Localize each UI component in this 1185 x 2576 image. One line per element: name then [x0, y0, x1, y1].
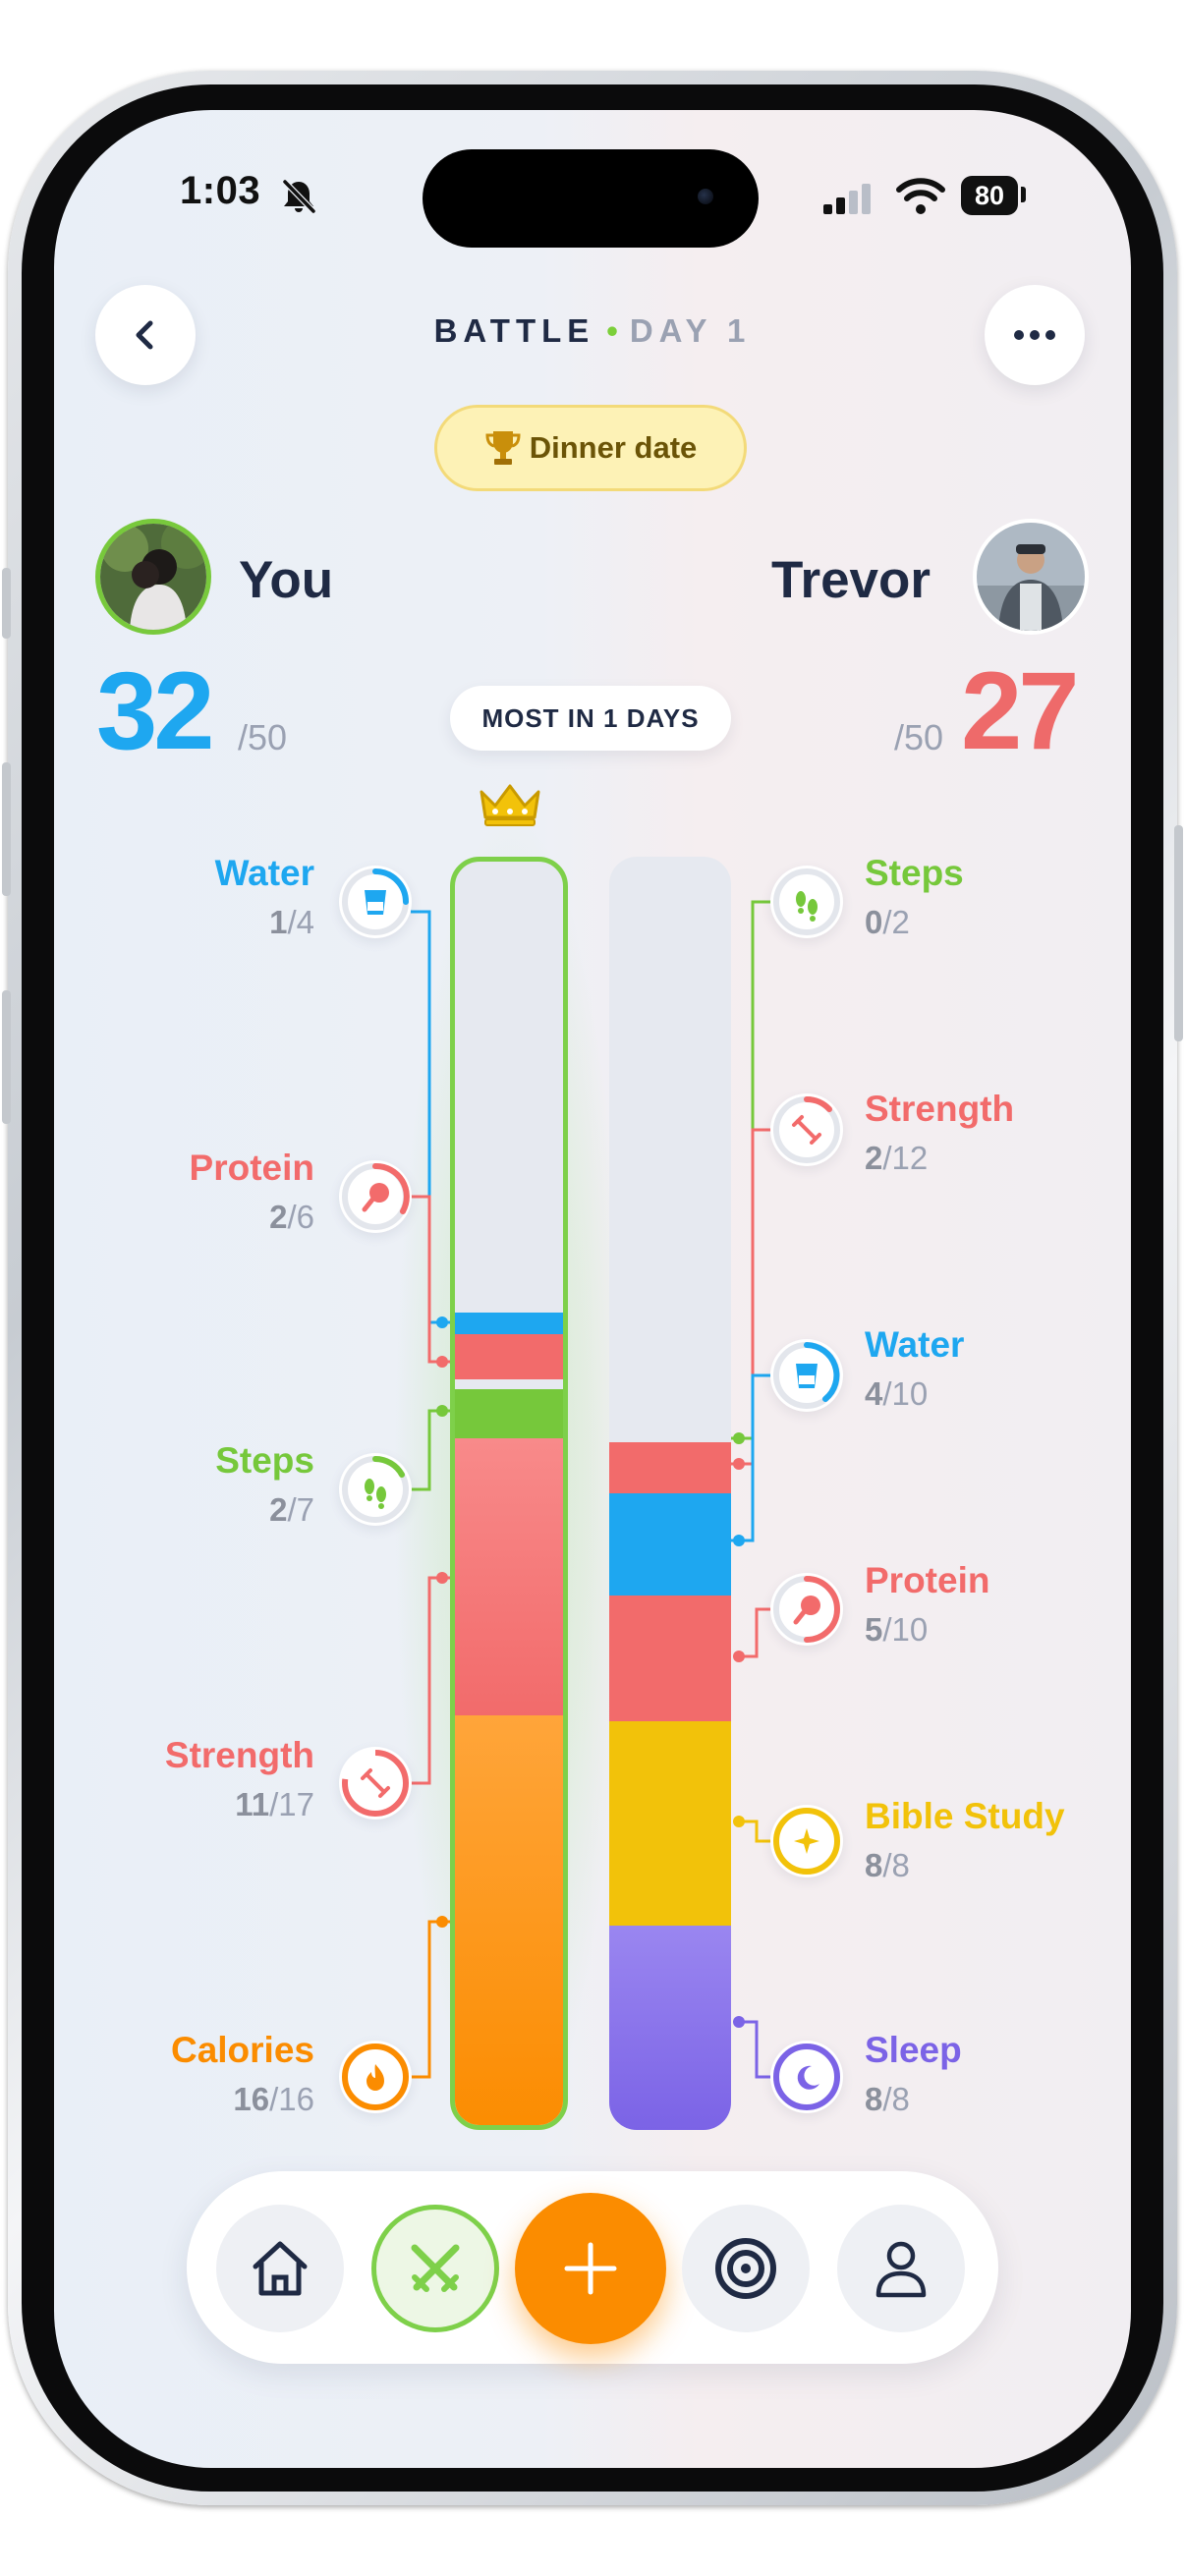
nav-goals-button[interactable]	[682, 2205, 810, 2332]
you-protein-label: Protein	[189, 1148, 314, 1188]
flame-icon	[367, 2064, 384, 2091]
dumbbell-icon	[792, 1115, 821, 1145]
trevor-sleep-category[interactable]	[770, 2041, 843, 2113]
trevor-water-count: 4/10	[865, 1375, 929, 1412]
trevor-strength-count: 2/12	[865, 1140, 929, 1176]
home-icon	[253, 2241, 308, 2296]
you-water-label: Water	[214, 853, 314, 893]
trevor-steps-label: Steps	[865, 853, 964, 893]
trevor-protein-count: 5/10	[865, 1611, 929, 1648]
drumstick-icon	[793, 1596, 820, 1625]
trevor-sleep-label: Sleep	[865, 2030, 962, 2070]
trevor-strength-label: Strength	[865, 1089, 1015, 1129]
you-calories-count: 16/16	[233, 2081, 314, 2117]
you-strength-category[interactable]	[339, 1747, 412, 1820]
trevor-steps-count: 0/2	[865, 904, 910, 940]
profile-icon	[875, 2241, 927, 2298]
trevor-sleep-count: 8/8	[865, 2081, 910, 2117]
you-water-count: 1/4	[269, 904, 314, 940]
plus-icon	[564, 2242, 617, 2295]
cup-icon	[796, 1364, 818, 1388]
nav-battle-button[interactable]	[371, 2205, 499, 2332]
target-icon	[715, 2238, 776, 2299]
you-steps-count: 2/7	[269, 1491, 314, 1528]
you-calories-category[interactable]	[339, 2041, 412, 2113]
footprints-icon	[796, 891, 818, 922]
moon-icon	[797, 2065, 819, 2090]
nav-add-button[interactable]	[515, 2193, 666, 2344]
you-calories-label: Calories	[170, 2030, 314, 2070]
trevor-protein-category[interactable]	[770, 1573, 843, 1646]
swords-icon	[411, 2244, 460, 2292]
nav-home-button[interactable]	[216, 2205, 344, 2332]
you-protein-count: 2/6	[269, 1199, 314, 1235]
trevor-water-category[interactable]	[770, 1339, 843, 1412]
sparkle-icon	[794, 1828, 819, 1854]
you-strength-label: Strength	[164, 1735, 314, 1775]
trevor-bible-study-category[interactable]	[770, 1805, 843, 1877]
you-protein-category[interactable]	[339, 1160, 412, 1233]
cup-icon	[365, 890, 386, 915]
trevor-strength-category[interactable]	[770, 1093, 843, 1166]
nav-profile-button[interactable]	[837, 2205, 965, 2332]
you-steps-category[interactable]	[339, 1453, 412, 1526]
trevor-protein-label: Protein	[865, 1560, 990, 1600]
you-strength-count: 11/17	[235, 1786, 314, 1822]
dumbbell-icon	[361, 1768, 390, 1798]
you-steps-label: Steps	[215, 1440, 314, 1481]
trevor-bible-study-label: Bible Study	[865, 1796, 1065, 1836]
trevor-bible-study-count: 8/8	[865, 1847, 910, 1883]
drumstick-icon	[362, 1183, 389, 1212]
trevor-water-label: Water	[865, 1324, 965, 1365]
trevor-steps-category[interactable]	[770, 866, 843, 938]
you-water-category[interactable]	[339, 866, 412, 938]
footprints-icon	[365, 1479, 386, 1509]
